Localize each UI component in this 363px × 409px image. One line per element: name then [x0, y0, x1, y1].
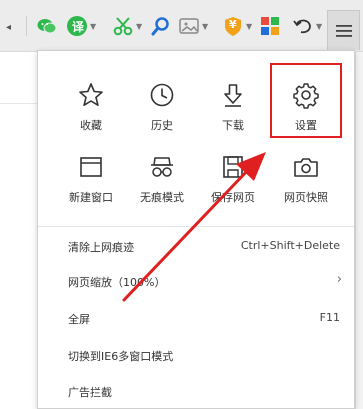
screenshot-button[interactable]: ▼ [112, 14, 142, 38]
tile-label: 收藏 [80, 119, 102, 132]
browser-toolbar: ◂ 译 ▼ ▼ ▼ ¥ ▼ ▼ [0, 0, 363, 52]
toolbar-overflow-left-icon[interactable]: ◂ [6, 22, 11, 33]
chevron-down-icon[interactable]: ▼ [316, 22, 322, 31]
undo-button[interactable]: ▼ [292, 14, 322, 38]
search-button[interactable] [150, 14, 172, 38]
tile-downloads[interactable]: 下载 [198, 75, 268, 139]
glasses-icon [151, 157, 173, 177]
star-icon [79, 83, 103, 106]
wallet-label: ¥ [229, 18, 237, 31]
menu-item-shortcut: F11 [319, 311, 340, 324]
menu-item-ie6-mode[interactable]: 切换到IE6多窗口模式 [38, 340, 354, 370]
menu-item-label: 切换到IE6多窗口模式 [68, 350, 174, 363]
translate-label: 译 [72, 20, 85, 34]
menu-item-clear-traces[interactable]: 清除上网痕迹 Ctrl+Shift+Delete [38, 231, 354, 261]
main-menu-panel: 收藏 历史 下载 设置 新建窗口 无痕模式 保存网页 网页快照 清除上网痕迹 C… [37, 50, 355, 409]
save-icon [223, 156, 243, 178]
scissors-icon [113, 17, 133, 36]
tile-label: 下载 [222, 119, 244, 132]
tile-label: 网页快照 [284, 191, 328, 204]
clock-icon [150, 83, 174, 107]
chevron-right-icon: › [336, 272, 342, 287]
page-scrollbar[interactable] [355, 52, 363, 409]
menu-divider [38, 226, 354, 227]
apps-grid-icon [261, 17, 279, 35]
tile-label: 新建窗口 [69, 191, 113, 204]
menu-item-label: 清除上网痕迹 [68, 241, 134, 254]
tile-label: 保存网页 [211, 191, 255, 204]
image-button[interactable]: ▼ [178, 14, 208, 38]
tile-history[interactable]: 历史 [127, 75, 197, 139]
menu-item-shortcut: Ctrl+Shift+Delete [240, 239, 340, 252]
undo-icon [293, 19, 311, 34]
wechat-icon [37, 19, 57, 34]
tile-label: 无痕模式 [140, 191, 184, 204]
camera-icon [294, 158, 318, 177]
tile-favorites[interactable]: 收藏 [56, 75, 126, 139]
apps-button[interactable] [260, 14, 280, 38]
chevron-down-icon[interactable]: ▼ [246, 22, 252, 31]
settings-highlight-box [270, 63, 342, 138]
search-icon [151, 17, 169, 36]
menu-item-fullscreen[interactable]: 全屏 F11 [38, 303, 354, 333]
download-icon [224, 84, 242, 107]
menu-item-label: 全屏 [68, 313, 90, 326]
new-window-icon [80, 157, 102, 177]
image-icon [179, 18, 199, 34]
tile-label: 历史 [151, 119, 173, 132]
chevron-down-icon[interactable]: ▼ [90, 22, 96, 31]
menu-item-ad-block[interactable]: 广告拦截 [38, 376, 354, 406]
chevron-down-icon[interactable]: ▼ [202, 22, 208, 31]
chevron-down-icon[interactable]: ▼ [136, 22, 142, 31]
page-divider [0, 103, 37, 104]
main-menu-button[interactable] [327, 10, 360, 50]
menu-item-label: 广告拦截 [68, 386, 112, 399]
menu-item-zoom[interactable]: 网页缩放（100%） › [38, 266, 354, 296]
tile-snapshot[interactable]: 网页快照 [271, 147, 341, 211]
toolbar-separator [26, 16, 27, 36]
menu-item-label: 网页缩放（100%） [68, 276, 166, 289]
tile-new-window[interactable]: 新建窗口 [56, 147, 126, 211]
hamburger-icon [335, 24, 352, 37]
wallet-button[interactable]: ¥ ▼ [222, 14, 252, 38]
wechat-button[interactable] [36, 14, 58, 38]
translate-button[interactable]: 译 ▼ [66, 14, 96, 38]
tile-save-page[interactable]: 保存网页 [198, 147, 268, 211]
tile-incognito[interactable]: 无痕模式 [127, 147, 197, 211]
